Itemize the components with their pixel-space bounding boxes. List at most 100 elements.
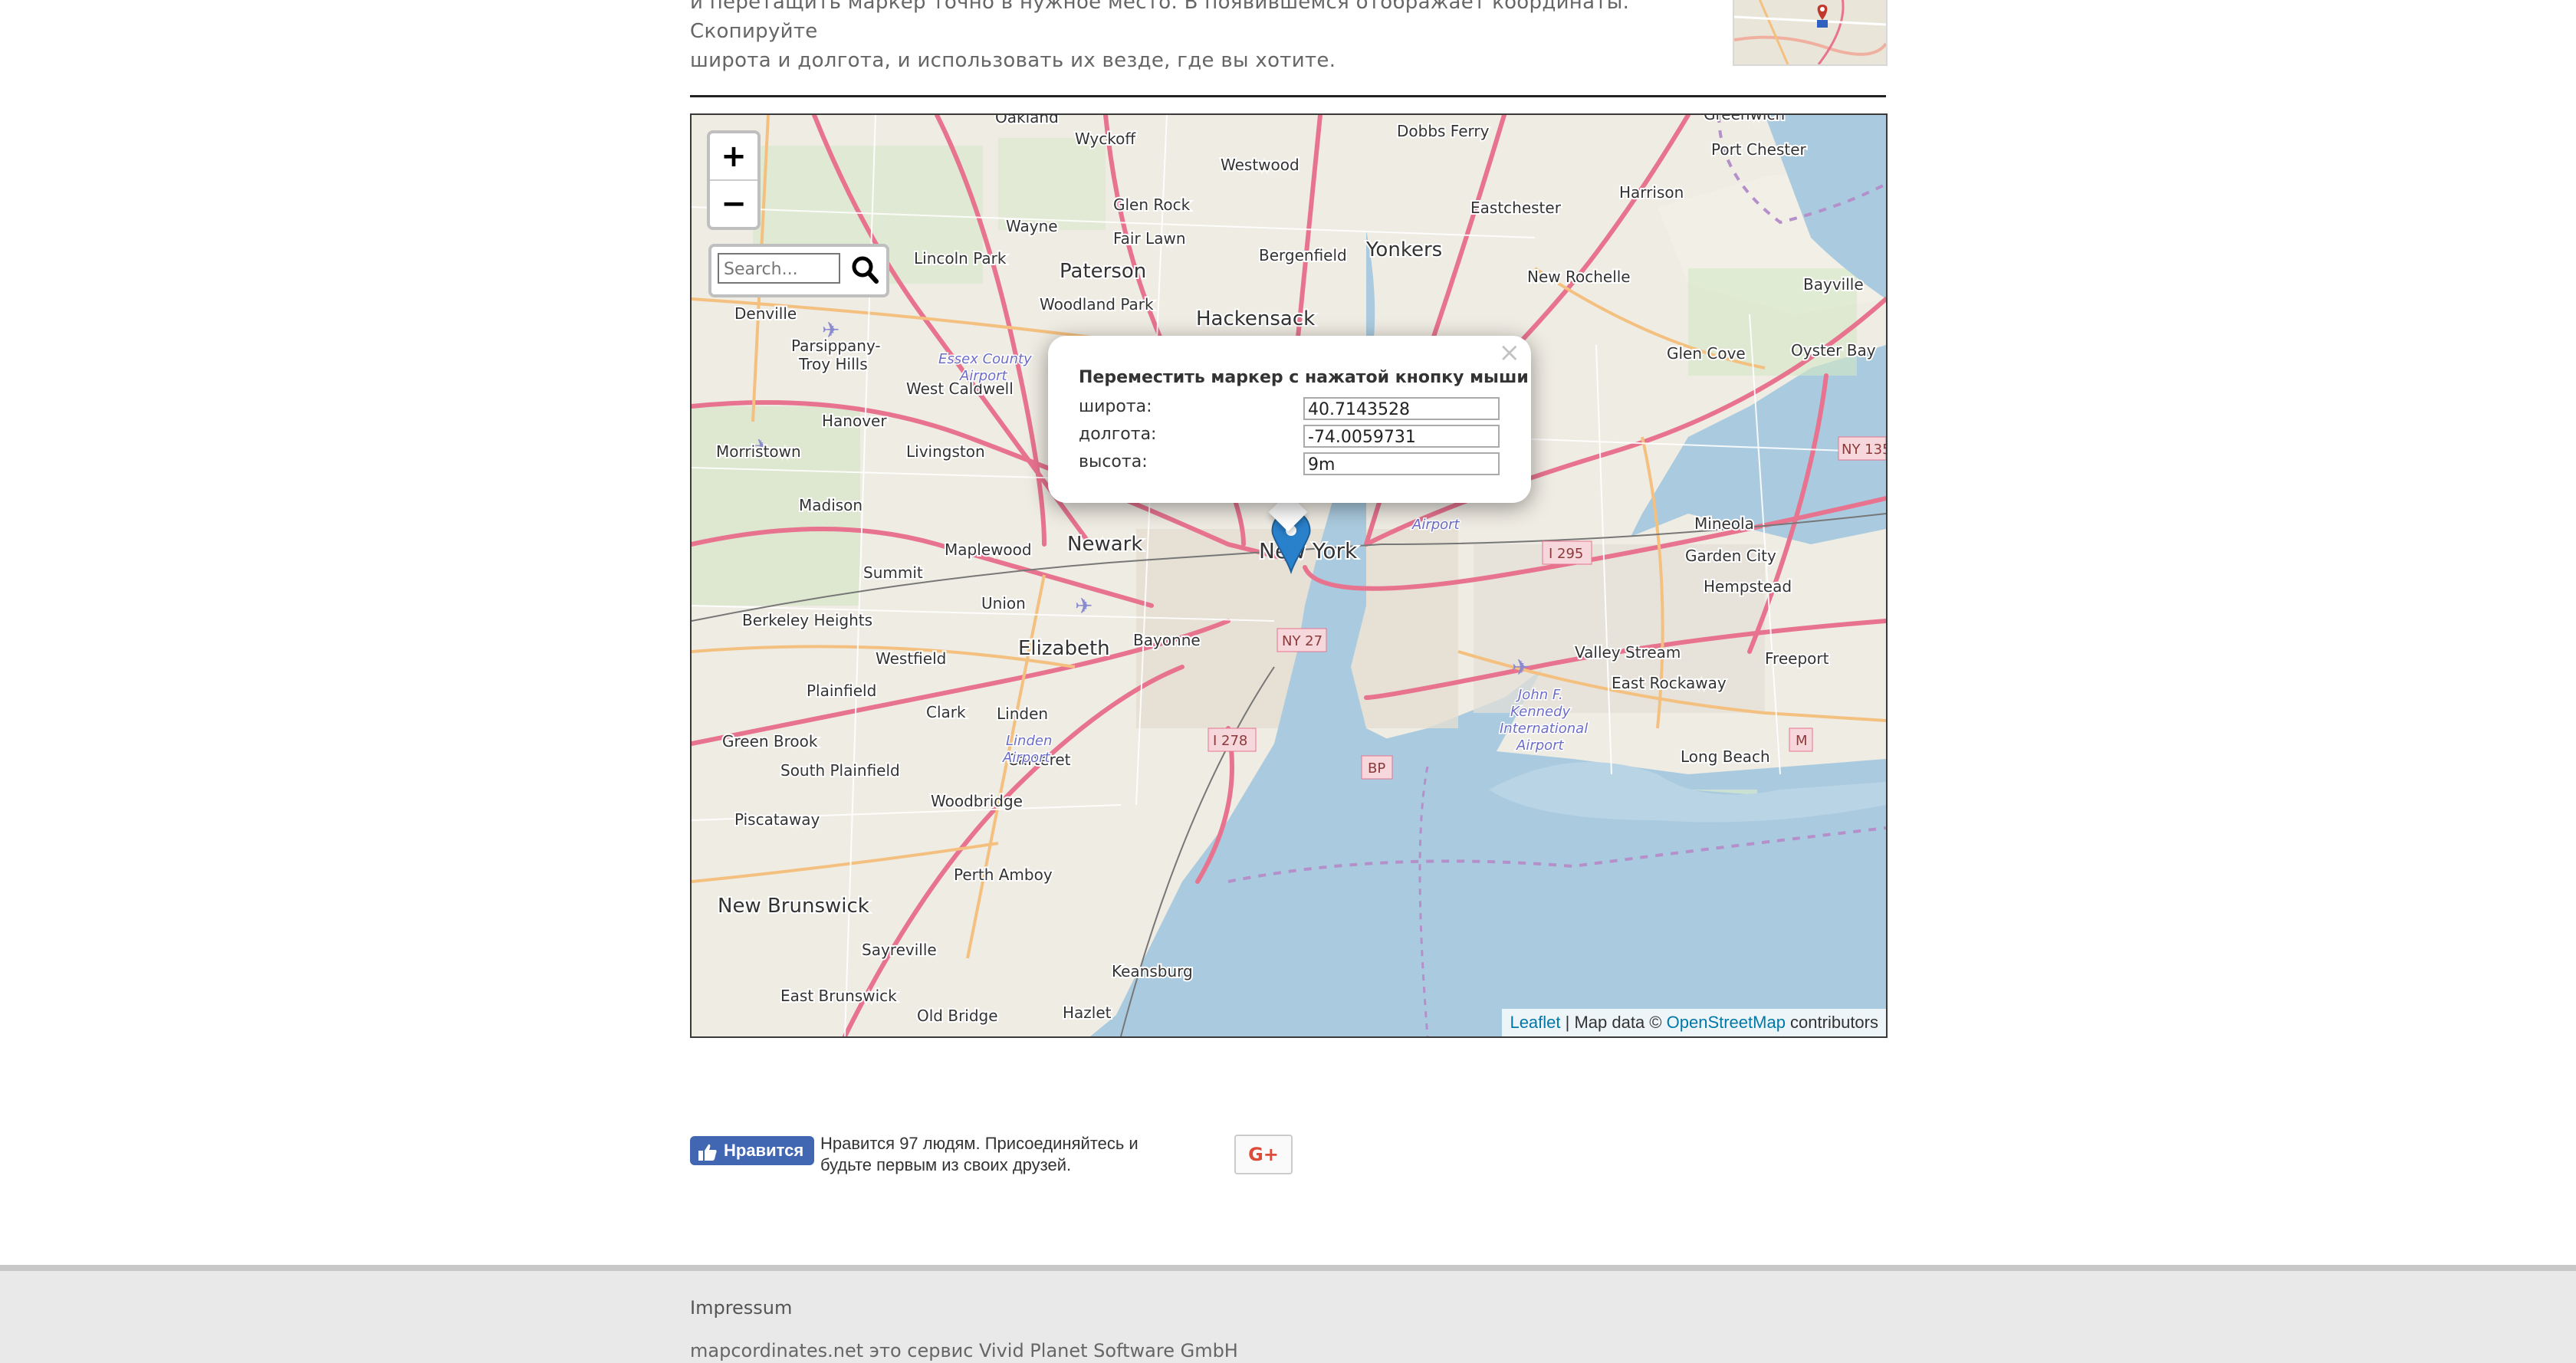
footer-service-text: mapcordinates.net это сервис Vivid Plane…: [690, 1340, 1238, 1361]
svg-text:Essex County: Essex County: [938, 351, 1032, 367]
svg-text:Freeport: Freeport: [1765, 649, 1829, 668]
svg-text:Glen Rock: Glen Rock: [1113, 195, 1191, 214]
altitude-field[interactable]: 9m: [1303, 452, 1500, 475]
svg-text:Wyckoff: Wyckoff: [1075, 130, 1136, 148]
svg-text:Harrison: Harrison: [1619, 183, 1684, 202]
svg-text:Valley Stream: Valley Stream: [1575, 643, 1681, 662]
svg-text:Old Bridge: Old Bridge: [917, 1007, 998, 1025]
intro-text: и перетащить маркер точно в нужное место…: [690, 0, 1687, 75]
svg-text:Hanover: Hanover: [822, 412, 887, 430]
svg-text:Morristown: Morristown: [716, 442, 801, 461]
svg-text:East Rockaway: East Rockaway: [1612, 674, 1727, 692]
zoom-control: + −: [707, 130, 761, 230]
svg-text:Airport: Airport: [1411, 517, 1460, 533]
svg-text:Linden: Linden: [1006, 733, 1052, 749]
svg-text:Clark: Clark: [926, 703, 966, 721]
svg-text:Union: Union: [981, 594, 1026, 613]
latitude-label: широта:: [1079, 397, 1152, 416]
search-icon[interactable]: [849, 253, 880, 287]
svg-text:New Rochelle: New Rochelle: [1527, 268, 1631, 286]
svg-text:Port Chester: Port Chester: [1711, 140, 1807, 159]
svg-text:M: M: [1796, 733, 1808, 749]
svg-text:John F.: John F.: [1516, 687, 1563, 703]
map-search-control: Search...: [708, 244, 889, 297]
svg-text:Airport: Airport: [959, 368, 1008, 384]
leaflet-link[interactable]: Leaflet: [1510, 1013, 1560, 1032]
svg-text:Plainfield: Plainfield: [807, 682, 876, 700]
svg-text:Newark: Newark: [1067, 533, 1142, 556]
svg-text:Bayonne: Bayonne: [1133, 631, 1201, 649]
zoom-in-button[interactable]: +: [710, 133, 757, 179]
map-view[interactable]: ✈ ✈ ✈ ✈ Oakland Wyckoff Dobbs Ferry Gree…: [690, 113, 1888, 1038]
svg-text:Summit: Summit: [863, 563, 923, 582]
longitude-field[interactable]: -74.0059731: [1303, 425, 1500, 448]
svg-text:Bayville: Bayville: [1803, 275, 1864, 294]
google-plus-button[interactable]: G+: [1234, 1135, 1293, 1174]
svg-text:Mineola: Mineola: [1694, 514, 1754, 533]
map-search-input[interactable]: Search...: [718, 253, 840, 284]
svg-text:Berkeley Heights: Berkeley Heights: [742, 611, 872, 629]
svg-text:International: International: [1500, 721, 1588, 737]
svg-text:Oakland: Oakland: [995, 115, 1059, 126]
svg-text:New Brunswick: New Brunswick: [718, 895, 869, 918]
svg-text:Airport: Airport: [1002, 750, 1051, 766]
svg-text:Fair Lawn: Fair Lawn: [1113, 229, 1186, 248]
latitude-field[interactable]: 40.7143528: [1303, 397, 1500, 420]
svg-text:Elizabeth: Elizabeth: [1018, 637, 1110, 660]
svg-text:Yonkers: Yonkers: [1365, 238, 1442, 261]
svg-text:BP: BP: [1368, 760, 1385, 777]
svg-text:Green Brook: Green Brook: [722, 732, 818, 750]
svg-text:Maplewood: Maplewood: [945, 540, 1032, 559]
svg-text:Woodbridge: Woodbridge: [931, 792, 1023, 810]
svg-text:Lincoln Park: Lincoln Park: [914, 249, 1007, 268]
coordinates-popup: × Переместить маркер с нажатой кнопку мы…: [1048, 336, 1531, 503]
popup-close-button[interactable]: ×: [1499, 337, 1521, 368]
svg-text:Keansburg: Keansburg: [1112, 962, 1193, 980]
svg-text:Greenwich: Greenwich: [1704, 115, 1785, 123]
map-thumbnail: [1733, 0, 1888, 66]
svg-text:Madison: Madison: [799, 496, 863, 514]
svg-text:Hackensack: Hackensack: [1196, 307, 1315, 330]
attribution-separator: | Map data ©: [1560, 1013, 1667, 1032]
zoom-out-button[interactable]: −: [710, 179, 757, 227]
svg-text:Paterson: Paterson: [1060, 260, 1146, 283]
svg-text:Oyster Bay: Oyster Bay: [1791, 341, 1876, 360]
svg-text:Woodland Park: Woodland Park: [1040, 295, 1154, 314]
svg-text:Perth Amboy: Perth Amboy: [954, 865, 1053, 884]
facebook-like-label: Нравится: [724, 1141, 804, 1160]
svg-text:Parsippany-: Parsippany-: [791, 337, 881, 355]
svg-text:✈: ✈: [1512, 655, 1530, 680]
svg-text:Sayreville: Sayreville: [862, 941, 937, 959]
svg-text:NY 135: NY 135: [1842, 442, 1886, 458]
intro-line-1: и перетащить маркер точно в нужное место…: [690, 0, 1630, 43]
openstreetmap-link[interactable]: OpenStreetMap: [1667, 1013, 1786, 1032]
altitude-label: высота:: [1079, 452, 1148, 471]
svg-text:Garden City: Garden City: [1685, 547, 1776, 565]
footer-impressum-link[interactable]: Impressum: [690, 1297, 792, 1319]
intro-line-2: широта и долгота, и использовать их везд…: [690, 49, 1336, 72]
svg-text:NY 27: NY 27: [1282, 633, 1322, 649]
svg-text:Hazlet: Hazlet: [1063, 1003, 1112, 1022]
svg-text:Denville: Denville: [734, 304, 797, 323]
svg-text:Livingston: Livingston: [906, 442, 985, 461]
svg-text:Eastchester: Eastchester: [1470, 199, 1562, 217]
svg-text:Glen Cove: Glen Cove: [1667, 344, 1746, 363]
svg-text:East Brunswick: East Brunswick: [780, 987, 897, 1005]
thumbs-up-icon: [698, 1141, 718, 1161]
map-attribution: Leaflet | Map data © OpenStreetMap contr…: [1502, 1009, 1886, 1036]
longitude-label: долгота:: [1079, 425, 1157, 444]
svg-text:New York: New York: [1259, 538, 1358, 563]
svg-text:South Plainfield: South Plainfield: [780, 761, 900, 780]
svg-text:Linden: Linden: [997, 704, 1048, 723]
popup-title: Переместить маркер с нажатой кнопку мыши: [1079, 368, 1529, 387]
svg-text:✈: ✈: [1075, 593, 1092, 619]
svg-text:Westfield: Westfield: [876, 649, 946, 668]
facebook-like-button[interactable]: Нравится: [690, 1136, 814, 1165]
svg-text:Bergenfield: Bergenfield: [1259, 246, 1347, 264]
footer: [0, 1265, 2576, 1363]
svg-text:Dobbs Ferry: Dobbs Ferry: [1397, 122, 1490, 140]
svg-text:Kennedy: Kennedy: [1510, 704, 1571, 720]
svg-text:Westwood: Westwood: [1221, 156, 1300, 174]
svg-text:Airport: Airport: [1516, 737, 1565, 754]
svg-text:Piscataway: Piscataway: [734, 810, 820, 829]
